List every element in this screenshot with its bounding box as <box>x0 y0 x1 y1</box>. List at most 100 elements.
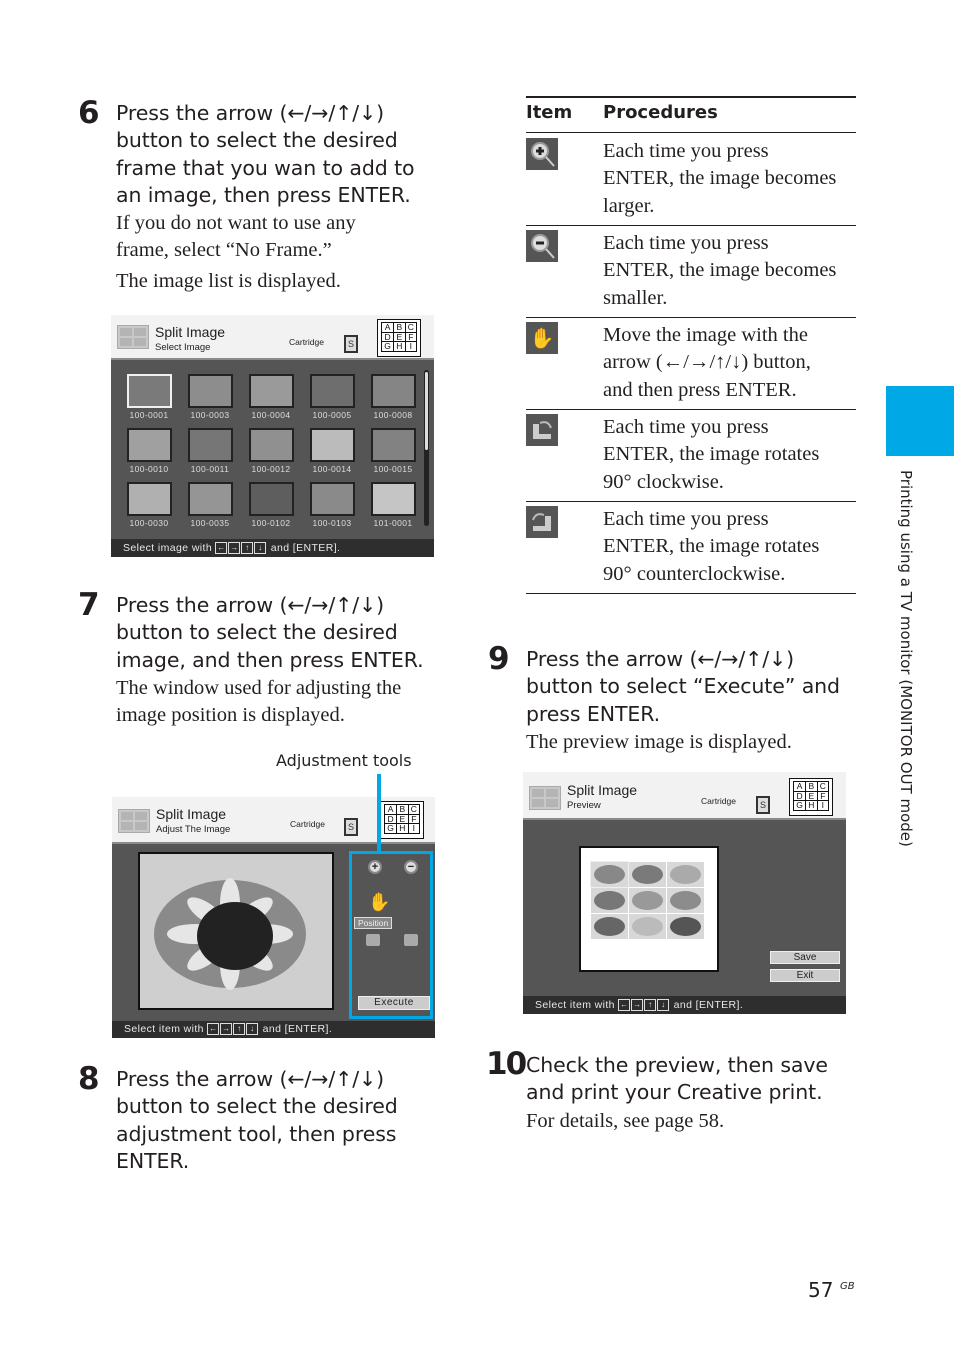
step-8-number: 8 <box>78 1061 100 1097</box>
collage-photo <box>670 865 701 884</box>
scrollbar[interactable] <box>424 370 429 526</box>
hand-position-icon[interactable]: ✋ <box>368 892 390 913</box>
collage-cell[interactable] <box>590 861 629 888</box>
image-thumbnail[interactable] <box>127 482 172 516</box>
grid-cell: I <box>407 823 421 834</box>
right-arrow-key-icon: → <box>631 999 644 1012</box>
step-7-heading: Press the arrow (←/→/↑/↓) button to sele… <box>116 592 424 674</box>
rotate-counterclockwise-icon <box>526 506 558 538</box>
step-6-result: The image list is displayed. <box>116 270 341 292</box>
scrollbar-thumb[interactable] <box>425 372 428 450</box>
thumbnail-label: 100-0103 <box>312 518 352 528</box>
split-image-logo-icon <box>117 325 149 349</box>
cartridge-icon: S <box>756 796 770 814</box>
step-10-heading: Check the preview, then save and print y… <box>526 1052 828 1107</box>
cartridge-label: Cartridge <box>701 796 736 806</box>
image-thumbnail[interactable] <box>127 428 172 462</box>
step-10-body: For details, see page 58. <box>526 1110 725 1132</box>
note-line: If you do not want to use any <box>116 212 356 234</box>
rotate-clockwise-icon[interactable] <box>404 934 418 946</box>
save-button[interactable]: Save <box>770 951 840 964</box>
note-line: The window used for adjusting the <box>116 677 402 699</box>
cartridge-label: Cartridge <box>290 819 325 829</box>
table-rule <box>526 501 856 502</box>
image-thumbnail[interactable] <box>310 482 355 516</box>
image-thumbnail[interactable] <box>371 482 416 516</box>
heading-line: adjustment tool, then press <box>116 1121 397 1146</box>
cartridge-label: Cartridge <box>289 337 324 347</box>
row-line: Each time you press <box>603 508 769 530</box>
zoom-in-icon[interactable]: + <box>368 860 382 874</box>
section-tab <box>886 386 954 456</box>
grid-cell: C <box>404 322 418 333</box>
heading-line: image, and then press ENTER. <box>116 647 424 672</box>
heading-line: an image, then press ENTER. <box>116 183 411 208</box>
grid-cell: A <box>792 781 807 792</box>
screen-title: Split Image <box>156 806 227 822</box>
down-arrow-key-icon: ↓ <box>246 1023 259 1036</box>
heading-line: Press the arrow (←/→/↑/↓) <box>116 593 384 617</box>
table-row-text: Move the image with the arrow (←/→/↑/↓) … <box>603 322 863 404</box>
thumbnail-label: 100-0005 <box>312 410 352 420</box>
rotate-counterclockwise-icon[interactable] <box>366 934 380 946</box>
row-line: arrow (←/→/↑/↓) button, <box>603 351 811 374</box>
layout-grid-icon: ABC DEF GHI <box>377 319 421 357</box>
step-6-note: If you do not want to use any frame, sel… <box>116 210 356 265</box>
collage-photo <box>594 865 625 884</box>
step-9-heading: Press the arrow (←/→/↑/↓) button to sele… <box>526 646 840 728</box>
right-arrow-key-icon: → <box>228 542 241 555</box>
preview-collage <box>590 861 705 940</box>
heading-line: button to select the desired <box>116 1094 398 1119</box>
footer-enter: and [ENTER]. <box>673 999 744 1011</box>
adjust-image-screen: Split Image Adjust The Image Cartridge S… <box>112 797 435 1038</box>
thumbnail-label: 100-0001 <box>129 410 169 420</box>
image-thumbnail[interactable] <box>188 374 233 408</box>
footer-prefix: Select item with <box>124 1023 204 1035</box>
image-thumbnail[interactable] <box>371 374 416 408</box>
execute-button[interactable]: Execute <box>358 996 430 1010</box>
grid-cell: G <box>380 341 395 352</box>
image-thumbnail[interactable] <box>310 374 355 408</box>
left-arrow-key-icon: ← <box>215 542 228 555</box>
split-image-logo-icon <box>118 809 150 833</box>
image-thumbnail[interactable] <box>188 482 233 516</box>
row-line: ENTER, the image rotates <box>603 443 820 466</box>
heading-line: frame that you wan to add to <box>116 155 415 180</box>
image-thumbnail[interactable] <box>249 482 294 516</box>
table-row-text: Each time you press ENTER, the image bec… <box>603 138 863 220</box>
collage-cell <box>667 888 704 913</box>
thumbnail-label: 100-0014 <box>312 464 352 474</box>
image-thumbnail[interactable] <box>127 374 172 408</box>
step-6-heading: Press the arrow (←/→/↑/↓) button to sele… <box>116 100 415 210</box>
screen-header: Split Image Preview Cartridge S ABC DEF … <box>523 772 846 820</box>
step-9-number: 9 <box>488 641 510 677</box>
adjustment-tools-callout: Adjustment tools <box>276 751 412 770</box>
grid-cell: H <box>393 341 406 352</box>
row-line: and then press ENTER. <box>603 378 797 401</box>
step-7-number: 7 <box>78 587 100 623</box>
page-number: 57 <box>808 1278 834 1302</box>
image-thumbnail[interactable] <box>310 428 355 462</box>
grid-cell: B <box>805 781 818 792</box>
step-8-heading: Press the arrow (←/→/↑/↓) button to sele… <box>116 1066 398 1176</box>
grid-cell: A <box>380 322 395 333</box>
thumbnail-label: 100-0015 <box>373 464 413 474</box>
step-6-number: 6 <box>78 95 100 131</box>
collage-photo <box>594 891 625 910</box>
heading-line: and print your Creative print. <box>526 1080 823 1105</box>
image-thumbnail[interactable] <box>249 428 294 462</box>
exit-button[interactable]: Exit <box>770 969 840 982</box>
screen-subtitle: Adjust The Image <box>156 824 231 835</box>
heading-line: button to select “Execute” and <box>526 674 840 699</box>
image-thumbnail[interactable] <box>249 374 294 408</box>
image-thumbnail[interactable] <box>188 428 233 462</box>
heading-line: Press the arrow (←/→/↑/↓) <box>526 647 794 671</box>
footer-prefix: Select image with <box>123 542 213 554</box>
callout-line <box>377 774 381 852</box>
zoom-out-icon[interactable]: − <box>404 860 418 874</box>
thumbnail-label: 100-0030 <box>129 518 169 528</box>
column-header-item: Item <box>526 102 573 123</box>
layout-grid-icon: ABC DEF GHI <box>380 801 424 839</box>
grid-cell: H <box>396 823 409 834</box>
image-thumbnail[interactable] <box>371 428 416 462</box>
